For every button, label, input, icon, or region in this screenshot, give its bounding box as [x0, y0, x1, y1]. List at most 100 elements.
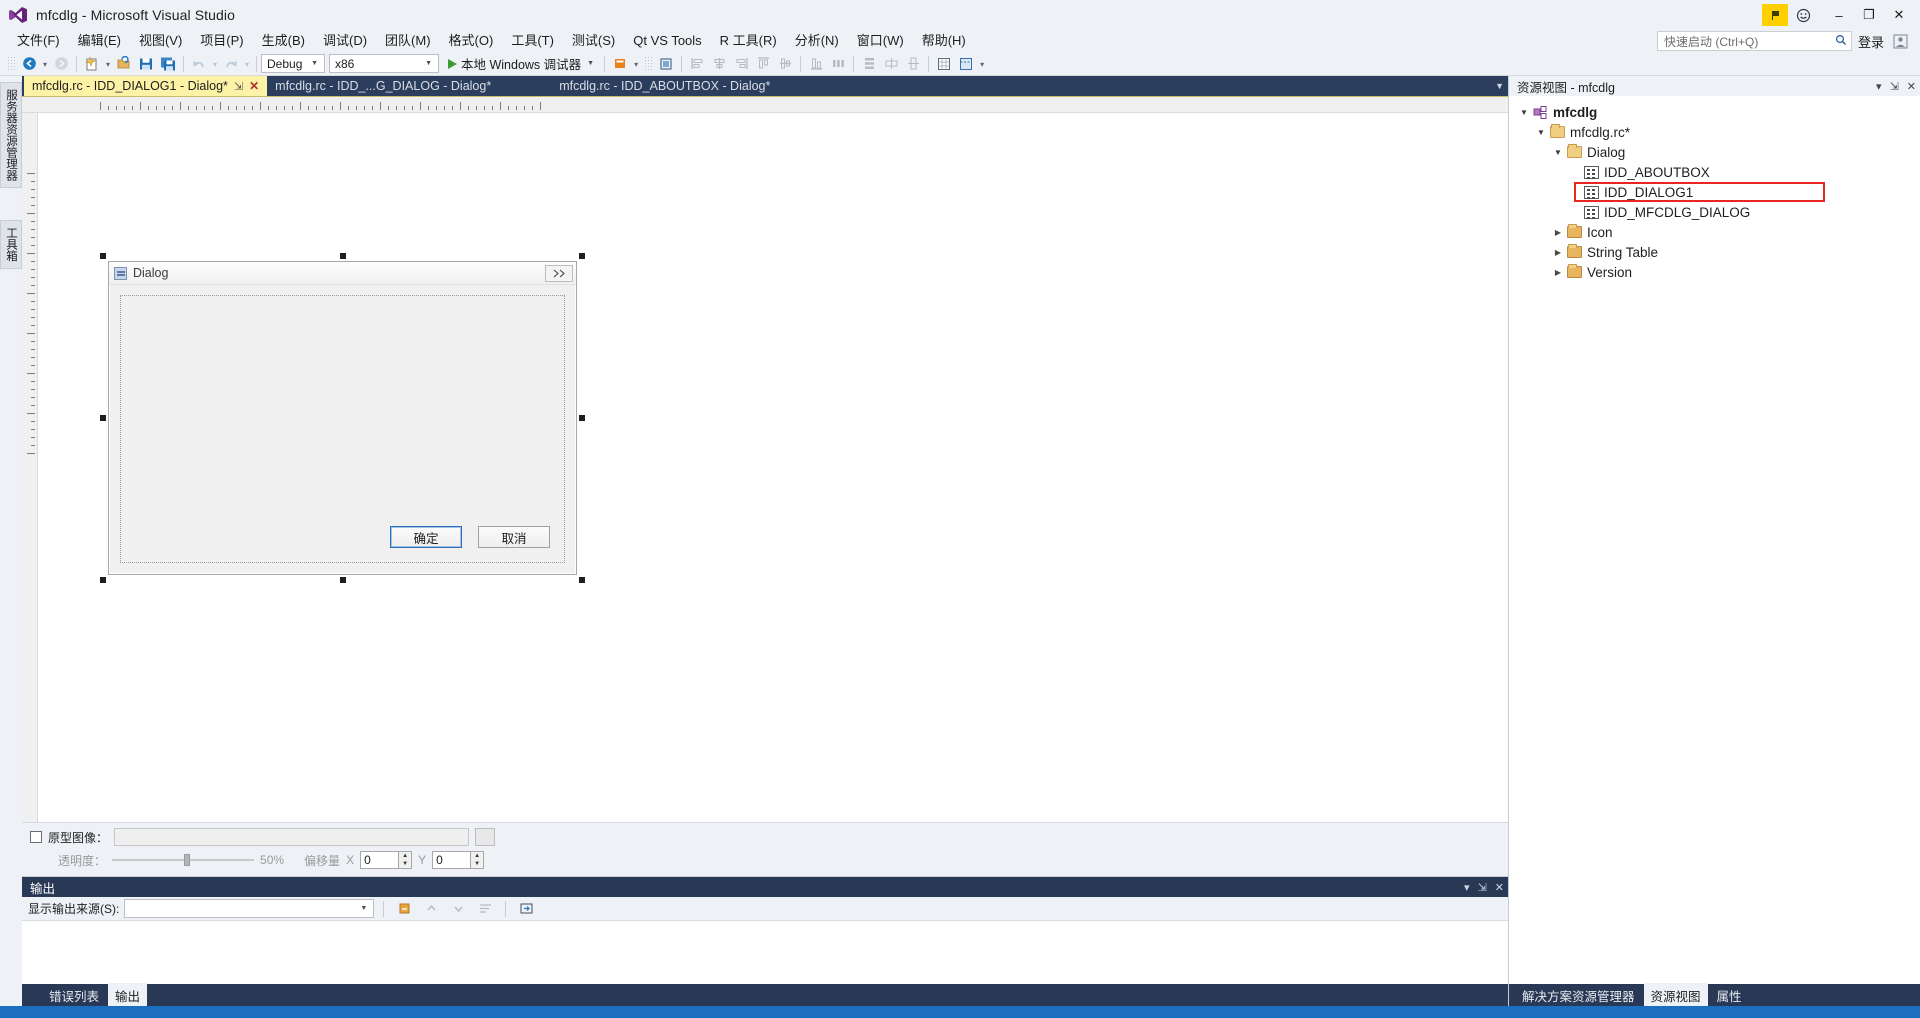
- offset-y-spin-buttons[interactable]: ▲ ▼: [470, 851, 485, 869]
- close-button[interactable]: ✕: [1884, 2, 1914, 28]
- menu-format[interactable]: 格式(O): [440, 31, 503, 51]
- tree-item-icon[interactable]: ▶ Icon: [1509, 222, 1920, 242]
- spin-up-icon[interactable]: ▲: [471, 852, 483, 860]
- tab-overflow-chevron[interactable]: ▼: [1495, 76, 1508, 96]
- tree-item-idd-dialog1[interactable]: IDD_DIALOG1: [1509, 182, 1920, 202]
- dialog-selection[interactable]: Dialog 确定 取消: [100, 253, 585, 583]
- save-icon[interactable]: [135, 54, 157, 74]
- twisty-expanded-icon[interactable]: ▼: [1517, 108, 1531, 117]
- chevron-down-icon[interactable]: ▾: [1464, 881, 1470, 894]
- redo-icon[interactable]: [220, 54, 242, 74]
- word-wrap-icon[interactable]: [474, 899, 496, 919]
- chevron-down-icon[interactable]: ▾: [1876, 80, 1882, 93]
- highlight-dropdown-caret[interactable]: ▾: [631, 54, 641, 74]
- twisty-collapsed-icon[interactable]: ▶: [1551, 228, 1565, 237]
- solution-configuration-combo[interactable]: Debug ▼: [261, 54, 325, 73]
- redo-dropdown-caret[interactable]: ▾: [242, 54, 252, 74]
- minimize-button[interactable]: –: [1824, 2, 1854, 28]
- designer-surface[interactable]: Dialog 确定 取消: [38, 113, 1508, 822]
- back-dropdown-caret[interactable]: ▾: [40, 54, 50, 74]
- quick-launch-input[interactable]: 快速启动 (Ctrl+Q): [1664, 33, 1758, 50]
- tab-idd-aboutbox[interactable]: mfcdlg.rc - IDD_ABOUTBOX - Dialog*: [551, 76, 778, 96]
- align-left-icon[interactable]: [686, 54, 708, 74]
- pin-icon[interactable]: ⇲: [234, 80, 243, 93]
- dialog-close-button[interactable]: [545, 264, 573, 282]
- chevron-down-icon[interactable]: ▼: [587, 60, 594, 67]
- close-icon[interactable]: ✕: [1495, 881, 1504, 894]
- tree-item-string-table[interactable]: ▶ String Table: [1509, 242, 1920, 262]
- align-bottom-icon[interactable]: [805, 54, 827, 74]
- resize-handle-nw[interactable]: [100, 253, 106, 259]
- dialog-client-area[interactable]: 确定 取消: [120, 295, 565, 563]
- sidebar-tab-server-explorer[interactable]: 服务器资源管理器: [0, 82, 22, 188]
- resource-tree[interactable]: ▼ mfcdlg ▼ mfcdlg.rc* ▼ Dialog IDD_ABOUTBOX IDD…: [1509, 96, 1920, 984]
- resize-handle-se[interactable]: [579, 577, 585, 583]
- feedback-smiley-icon[interactable]: [1790, 4, 1816, 26]
- menu-help[interactable]: 帮助(H): [913, 31, 975, 51]
- menu-window[interactable]: 窗口(W): [848, 31, 913, 51]
- menu-tools[interactable]: 工具(T): [502, 31, 563, 51]
- tree-item-version[interactable]: ▶ Version: [1509, 262, 1920, 282]
- sidebar-tab-toolbox[interactable]: 工具箱: [0, 220, 22, 269]
- output-text-area[interactable]: [22, 921, 1508, 984]
- tab-idd-dialog1[interactable]: mfcdlg.rc - IDD_DIALOG1 - Dialog* ⇲ ✕: [24, 76, 268, 96]
- resize-handle-s[interactable]: [339, 577, 346, 583]
- spin-up-icon[interactable]: ▲: [399, 852, 411, 860]
- open-file-icon[interactable]: [113, 54, 135, 74]
- space-down-icon[interactable]: [858, 54, 880, 74]
- offset-x-value[interactable]: 0: [360, 851, 399, 869]
- dialog-ok-button[interactable]: 确定: [390, 526, 462, 548]
- offset-y-stepper[interactable]: 0 ▲ ▼: [432, 851, 485, 869]
- undo-icon[interactable]: [188, 54, 210, 74]
- tree-item-dialog[interactable]: ▼ Dialog: [1509, 142, 1920, 162]
- navigate-back-icon[interactable]: [18, 54, 40, 74]
- menu-r-tools[interactable]: R 工具(R): [711, 31, 786, 51]
- new-project-icon[interactable]: [81, 54, 103, 74]
- tab-output[interactable]: 输出: [108, 982, 148, 1008]
- quick-launch-box[interactable]: 快速启动 (Ctrl+Q): [1656, 31, 1852, 51]
- align-center-icon[interactable]: [708, 54, 730, 74]
- menu-project[interactable]: 项目(P): [191, 31, 252, 51]
- resize-handle-e[interactable]: [579, 415, 585, 421]
- offset-x-stepper[interactable]: 0 ▲ ▼: [360, 851, 413, 869]
- spin-down-icon[interactable]: ▼: [471, 860, 483, 868]
- spin-down-icon[interactable]: ▼: [399, 860, 411, 868]
- tab-error-list[interactable]: 错误列表: [42, 983, 106, 1008]
- slider-thumb[interactable]: [184, 854, 191, 866]
- tree-item-mfcdlg[interactable]: ▼ mfcdlg: [1509, 102, 1920, 122]
- dialog-cancel-button[interactable]: 取消: [478, 526, 550, 548]
- pin-icon[interactable]: ⇲: [1478, 881, 1487, 894]
- save-all-icon[interactable]: [157, 54, 179, 74]
- user-account-icon[interactable]: [1890, 31, 1910, 51]
- toolbar-grip[interactable]: [7, 55, 15, 72]
- center-vertical-icon[interactable]: [902, 54, 924, 74]
- solution-platform-combo[interactable]: x86 ▼: [329, 54, 439, 73]
- goto-icon[interactable]: [515, 899, 537, 919]
- twisty-collapsed-icon[interactable]: ▶: [1551, 248, 1565, 257]
- resize-handle-sw[interactable]: [100, 577, 106, 583]
- clear-output-icon[interactable]: [393, 899, 415, 919]
- align-top-icon[interactable]: [752, 54, 774, 74]
- twisty-expanded-icon[interactable]: ▼: [1534, 128, 1548, 137]
- signin-label[interactable]: 登录: [1858, 32, 1884, 51]
- offset-y-value[interactable]: 0: [432, 851, 471, 869]
- tree-item-idd-aboutbox[interactable]: IDD_ABOUTBOX: [1509, 162, 1920, 182]
- resize-handle-w[interactable]: [100, 415, 106, 421]
- dialog-preview[interactable]: Dialog 确定 取消: [108, 261, 577, 575]
- maximize-button[interactable]: ❐: [1854, 2, 1884, 28]
- highlight-icon[interactable]: [609, 54, 631, 74]
- menu-analyze[interactable]: 分析(N): [786, 31, 848, 51]
- tab-solution-explorer[interactable]: 解决方案资源管理器: [1515, 983, 1642, 1008]
- step-icon[interactable]: [655, 54, 677, 74]
- close-icon[interactable]: ✕: [1907, 80, 1916, 93]
- tree-item-mfcdlg-rc[interactable]: ▼ mfcdlg.rc*: [1509, 122, 1920, 142]
- new-project-dropdown-caret[interactable]: ▾: [103, 54, 113, 74]
- twisty-collapsed-icon[interactable]: ▶: [1551, 268, 1565, 277]
- guides-dropdown-caret[interactable]: ▾: [977, 54, 987, 74]
- tab-properties[interactable]: 属性: [1710, 983, 1749, 1008]
- undo-dropdown-caret[interactable]: ▾: [210, 54, 220, 74]
- prototype-image-input[interactable]: [114, 828, 470, 846]
- tree-item-idd-mfcdlg-dialog[interactable]: IDD_MFCDLG_DIALOG: [1509, 202, 1920, 222]
- resize-handle-ne[interactable]: [579, 253, 585, 259]
- notification-flag-icon[interactable]: [1762, 4, 1788, 26]
